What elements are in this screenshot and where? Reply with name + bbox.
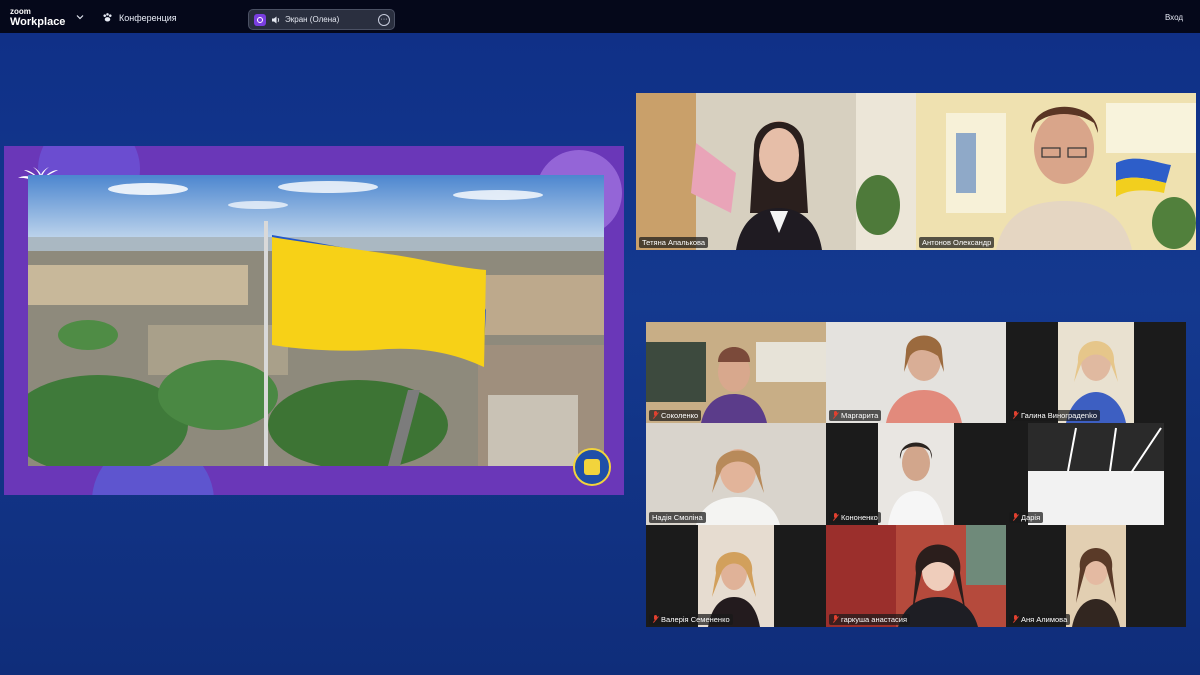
participant-video [826, 423, 1006, 525]
shared-screen [4, 146, 624, 495]
participant-name: Аня Алимова [1009, 614, 1071, 625]
participant-video [1006, 525, 1186, 627]
kharkiv-flag-photo [28, 175, 604, 466]
participant-name: гаркуша анастасия [829, 614, 911, 625]
mic-muted-icon [652, 411, 659, 419]
video-tile[interactable]: Надія Смоліна [646, 423, 826, 525]
more-icon[interactable]: ··· [378, 14, 390, 26]
paw-icon [103, 13, 112, 22]
video-tile-speaker-1[interactable]: Тетяна Апалькова [636, 93, 916, 250]
mic-muted-icon [1012, 513, 1019, 521]
participant-video [636, 93, 916, 250]
screen-share-indicator[interactable]: Экран (Олена) ··· [248, 9, 395, 30]
participant-video [646, 525, 826, 627]
meeting-type[interactable]: Конференция [102, 12, 177, 23]
participant-name: Соколенко [649, 410, 702, 421]
video-tile[interactable]: Кононенко [826, 423, 1006, 525]
logo-line2: Workplace [10, 16, 66, 28]
record-icon [254, 14, 266, 26]
participant-video [916, 93, 1196, 250]
screen-share-label: Экран (Олена) [285, 15, 340, 24]
zoom-logo[interactable]: zoom Workplace [10, 8, 65, 28]
participant-video [826, 525, 1006, 627]
video-tile[interactable]: Маргарита [826, 322, 1006, 423]
video-tile[interactable]: Соколенко [646, 322, 826, 423]
participant-name: Кононенко [829, 512, 881, 523]
video-tile[interactable]: Дарія [1006, 423, 1186, 525]
mic-muted-icon [832, 615, 839, 623]
participant-name: Валерія Семененко [649, 614, 733, 625]
speaker-icon[interactable] [271, 15, 281, 25]
top-bar: zoom Workplace Конференция Экран (Олена)… [0, 0, 1200, 33]
participant-name: Тетяна Апалькова [639, 237, 709, 248]
participant-name: Дарія [1009, 512, 1044, 523]
mic-muted-icon [832, 411, 839, 419]
mic-muted-icon [1012, 615, 1019, 623]
participant-name: Надія Смоліна [649, 512, 706, 523]
participant-name: Галина Виноградenko [1009, 410, 1100, 421]
participant-video [826, 322, 1006, 423]
login-button[interactable]: Вход [1158, 9, 1190, 26]
participant-video [646, 423, 826, 525]
participant-name: Маргарита [829, 410, 882, 421]
participant-name: Антонов Олександр [919, 237, 995, 248]
participant-video [1006, 322, 1186, 423]
video-tile[interactable]: Галина Виноградenko [1006, 322, 1186, 423]
mic-muted-icon [652, 615, 659, 623]
university-emblem [573, 448, 611, 486]
logo-line1: zoom [10, 7, 31, 16]
participant-video [1006, 423, 1186, 525]
video-tile[interactable]: гаркуша анастасия [826, 525, 1006, 627]
mic-muted-icon [1012, 411, 1019, 419]
chevron-down-icon[interactable] [76, 13, 84, 21]
meeting-type-label: Конференция [119, 12, 177, 23]
video-tile[interactable]: Валерія Семененко [646, 525, 826, 627]
video-tile-speaker-2[interactable]: Антонов Олександр [916, 93, 1196, 250]
video-tile[interactable]: Аня Алимова [1006, 525, 1186, 627]
participant-video [646, 322, 826, 423]
mic-muted-icon [832, 513, 839, 521]
